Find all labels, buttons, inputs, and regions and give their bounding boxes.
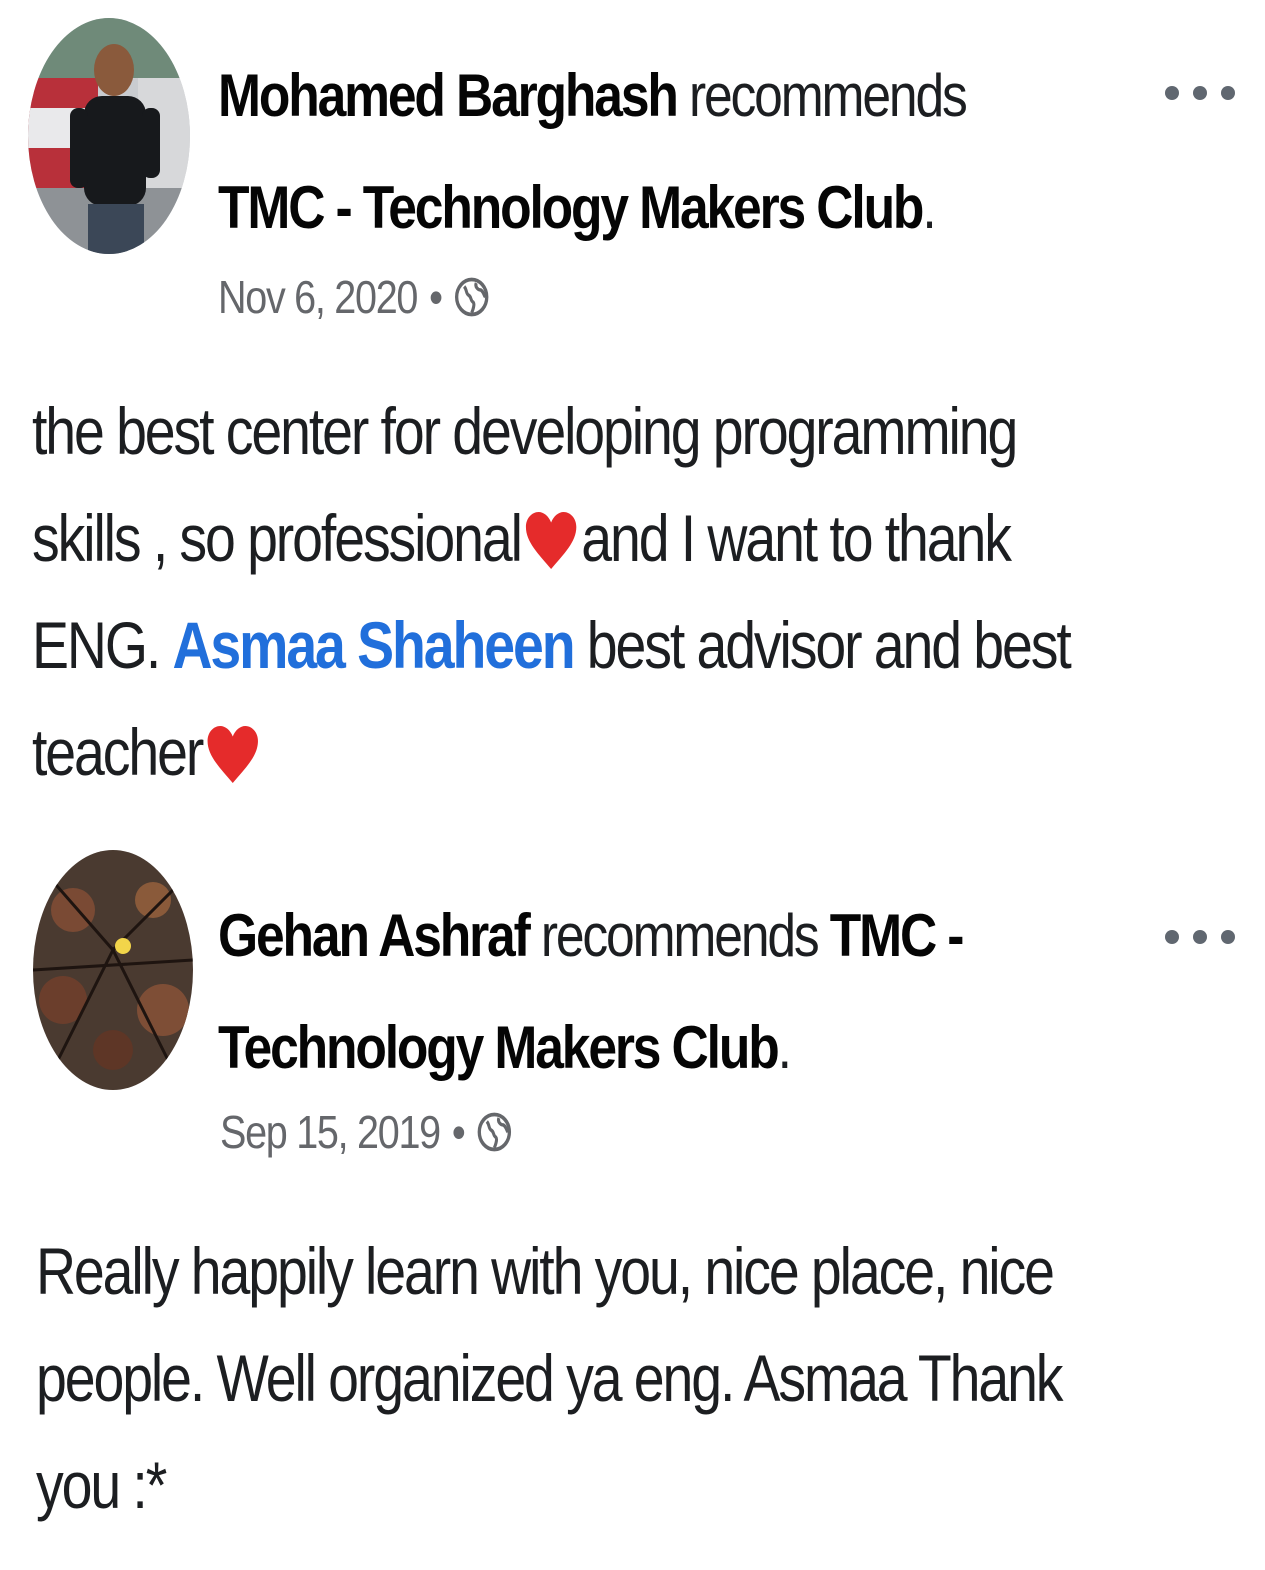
headline-period: .	[922, 174, 936, 241]
avatar-photo	[28, 18, 190, 254]
recommendation-post: Mohamed Barghash recommends TMC - Techno…	[0, 0, 1265, 830]
meta-separator: •	[451, 1106, 466, 1158]
author-name[interactable]: Mohamed Barghash	[218, 62, 679, 129]
post-headline: Mohamed Barghash recommends TMC - Techno…	[218, 40, 1078, 264]
more-dot	[1221, 86, 1235, 100]
more-dot	[1193, 86, 1207, 100]
more-options-button[interactable]	[1165, 922, 1235, 952]
globe-icon	[477, 1111, 513, 1153]
post-meta: Sep 15, 2019 •	[220, 1105, 513, 1159]
author-name[interactable]: Gehan Ashraf	[218, 902, 531, 969]
avatar-photo	[33, 850, 193, 1090]
recommends-verb: recommends	[688, 62, 968, 129]
more-horizontal-icon	[1165, 86, 1179, 100]
more-dot	[1221, 930, 1235, 944]
post-date[interactable]: Sep 15, 2019	[220, 1105, 441, 1159]
more-dot	[1193, 930, 1207, 944]
more-horizontal-icon	[1165, 930, 1179, 944]
post-body: Really happily learn with you, nice plac…	[36, 1234, 1064, 1522]
headline-period: .	[777, 1014, 792, 1081]
avatar[interactable]	[33, 850, 193, 1090]
avatar[interactable]	[28, 18, 190, 254]
heart-icon	[202, 717, 262, 789]
more-options-button[interactable]	[1165, 78, 1235, 108]
post-meta: Nov 6, 2020 •	[218, 270, 490, 324]
recommends-verb: recommends	[540, 902, 820, 969]
meta-separator: •	[429, 271, 443, 323]
heart-icon	[521, 503, 581, 575]
recommendation-post: Gehan Ashraf recommends TMC - Technology…	[0, 830, 1265, 1570]
post-body: the best center for developing programmi…	[32, 378, 1107, 806]
page-name[interactable]: TMC - Technology Makers Club	[218, 174, 924, 241]
mention-link[interactable]: Asmaa Shaheen	[172, 608, 575, 682]
globe-icon	[454, 276, 490, 318]
post-date[interactable]: Nov 6, 2020	[218, 270, 418, 324]
post-headline: Gehan Ashraf recommends TMC - Technology…	[218, 880, 1078, 1104]
